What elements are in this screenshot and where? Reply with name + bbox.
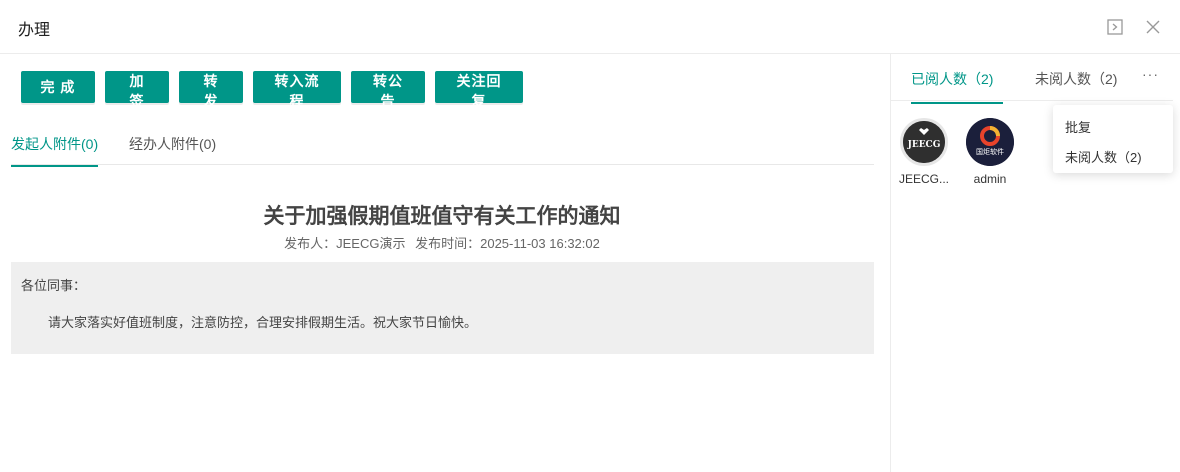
reader-item[interactable]: 国炬软件 admin <box>960 118 1020 186</box>
guoju-logo-icon: 国炬软件 <box>966 118 1014 166</box>
readers-tabs: 已阅人数（2) 未阅人数（2) ··· <box>891 54 1173 104</box>
reader-name: admin <box>973 172 1007 186</box>
handle-dialog: 办理 完 成 加 签 转 发 转入流程 转公告 关注回复 发起人附件(0) 经办… <box>0 0 1180 472</box>
dialog-header: 办理 <box>0 0 1180 54</box>
complete-button[interactable]: 完 成 <box>21 71 95 103</box>
attachment-tabs: 发起人附件(0) 经办人附件(0) <box>11 124 874 167</box>
reader-item[interactable]: JEECG JEECG... <box>894 118 954 186</box>
publish-time: 发布时间：2025-11-03 16:32:02 <box>415 236 600 251</box>
menu-item-unread-count[interactable]: 未阅人数（2) <box>1065 147 1142 166</box>
jeecg-logo-text: JEECG <box>907 140 941 150</box>
follow-reply-button[interactable]: 关注回复 <box>435 71 523 109</box>
close-icon[interactable] <box>1143 17 1163 37</box>
tab-initiator-attachments[interactable]: 发起人附件(0) <box>11 134 99 167</box>
document-title: 关于加强假期值班值守有关工作的通知 <box>263 205 621 228</box>
to-process-button[interactable]: 转入流程 <box>253 71 341 109</box>
to-notice-button[interactable]: 转公告 <box>351 71 425 109</box>
more-dropdown-menu: 批复 未阅人数（2) <box>1053 105 1173 173</box>
forward-button[interactable]: 转 发 <box>179 71 243 109</box>
content-body: 请大家落实好值班制度，注意防控，合理安排假期生活。祝大家节日愉快。 <box>48 315 478 330</box>
dialog-title: 办理 <box>18 22 51 39</box>
content-greeting: 各位同事： <box>21 278 87 293</box>
tab-handler-attachments[interactable]: 经办人附件(0) <box>129 134 216 165</box>
expand-icon[interactable] <box>1105 17 1125 37</box>
tab-unread-count[interactable]: 未阅人数（2) <box>1035 69 1117 102</box>
reader-name: JEECG... <box>898 172 949 186</box>
readers-panel: 已阅人数（2) 未阅人数（2) ··· JEECG JEECG... 国炬软件 … <box>890 54 1180 472</box>
menu-item-approve[interactable]: 批复 <box>1065 117 1091 136</box>
more-tabs-icon[interactable]: ··· <box>1142 66 1159 82</box>
guoju-logo-text: 国炬软件 <box>976 147 1004 156</box>
action-toolbar: 完 成 加 签 转 发 转入流程 转公告 关注回复 <box>21 71 523 109</box>
add-sign-button[interactable]: 加 签 <box>105 71 169 109</box>
publisher: 发布人：JEECG演示 <box>284 236 406 251</box>
document-content: 各位同事： 请大家落实好值班制度，注意防控，合理安排假期生活。祝大家节日愉快。 <box>11 262 874 354</box>
jeecg-logo-icon: JEECG <box>900 118 948 166</box>
main-panel: 完 成 加 签 转 发 转入流程 转公告 关注回复 发起人附件(0) 经办人附件… <box>0 54 890 472</box>
document-meta: 发布人：JEECG演示 发布时间：2025-11-03 16:32:02 <box>0 233 884 252</box>
tab-read-count[interactable]: 已阅人数（2) <box>911 69 1003 104</box>
